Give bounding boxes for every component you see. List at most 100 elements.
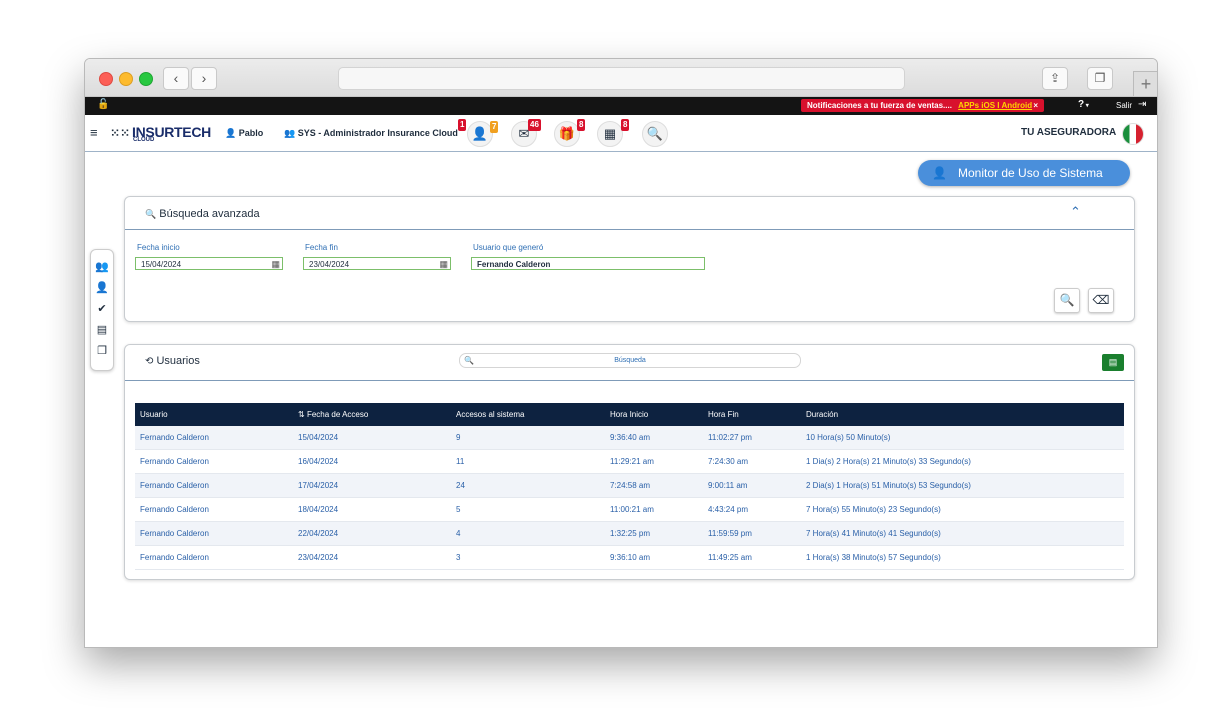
menu-icon[interactable]: ≡ — [90, 115, 98, 151]
cell-hora-fin: 11:59:59 pm — [703, 521, 801, 546]
user-menu[interactable]: 👤 Pablo — [225, 115, 263, 151]
key-search-icon[interactable]: 🔍 — [642, 121, 668, 147]
monitor-button-label: Monitor de Uso de Sistema — [958, 166, 1103, 180]
col-accesos[interactable]: Accesos al sistema — [451, 403, 605, 426]
calendar-icon[interactable]: ▦ — [597, 121, 623, 147]
fecha-inicio-value: 15/04/2024 — [141, 260, 182, 269]
forward-button[interactable]: › — [191, 67, 217, 90]
col-hora-inicio[interactable]: Hora Inicio — [605, 403, 703, 426]
user-icon: 👤 — [225, 128, 237, 138]
cell-duracion: 1 Dia(s) 2 Hora(s) 21 Minuto(s) 33 Segun… — [801, 449, 1124, 474]
logout-link[interactable]: Salir — [1116, 101, 1132, 110]
mexico-flag-icon[interactable] — [1122, 123, 1144, 145]
cell-usuario: Fernando Calderon — [135, 473, 293, 498]
notification-banner[interactable]: Notificaciones a tu fuerza de ventas....… — [801, 99, 1044, 112]
insurtech-logo[interactable]: INSURTECH CLOUD — [132, 124, 211, 143]
tabs-icon[interactable]: ❐ — [1087, 67, 1113, 90]
table-row[interactable]: Fernando Calderon 23/04/2024 3 9:36:10 a… — [135, 545, 1124, 570]
top-black-bar: 🔓 Notificaciones a tu fuerza de ventas..… — [85, 97, 1157, 115]
company-name: TU ASEGURADORA — [1021, 127, 1117, 138]
table-header-row: Usuario ⇅ Fecha de Acceso Accesos al sis… — [135, 403, 1124, 426]
apps-link[interactable]: APPs iOS I Android — [958, 101, 1032, 110]
search-button[interactable]: 🔍 — [1054, 288, 1080, 313]
col-hora-fin[interactable]: Hora Fin — [703, 403, 801, 426]
col-usuario[interactable]: Usuario — [135, 403, 293, 426]
usuario-field[interactable]: Fernando Calderon — [471, 257, 705, 270]
cell-hora-fin: 11:02:27 pm — [703, 426, 801, 450]
table-row[interactable]: Fernando Calderon 17/04/2024 24 7:24:58 … — [135, 473, 1124, 498]
cell-hora-inicio: 11:00:21 am — [605, 497, 703, 522]
fecha-fin-value: 23/04/2024 — [309, 260, 350, 269]
monitor-button[interactable]: 👤 Monitor de Uso de Sistema — [918, 160, 1130, 186]
help-icon[interactable]: ? ▾ — [1078, 99, 1089, 110]
cell-fecha: 17/04/2024 — [293, 473, 451, 498]
maximize-window-button[interactable] — [139, 72, 153, 86]
user-check-icon[interactable]: ✔ — [91, 302, 113, 315]
col-duracion[interactable]: Duración — [801, 403, 1124, 426]
fecha-inicio-field[interactable]: 15/04/2024 ▦ — [135, 257, 283, 270]
cell-fecha: 18/04/2024 — [293, 497, 451, 522]
fecha-fin-label: Fecha fin — [305, 243, 338, 252]
cell-usuario: Fernando Calderon — [135, 545, 293, 570]
calendar-icon[interactable]: ▦ — [271, 258, 280, 271]
chevron-up-icon[interactable]: ⌃ — [1070, 204, 1081, 220]
cell-hora-inicio: 9:36:40 am — [605, 426, 703, 450]
table-row[interactable]: Fernando Calderon 15/04/2024 9 9:36:40 a… — [135, 426, 1124, 450]
cell-usuario: Fernando Calderon — [135, 426, 293, 450]
users-search[interactable]: 🔍 Búsqueda — [459, 353, 801, 368]
user-name: Pablo — [238, 128, 264, 138]
browser-titlebar: ‹ › ⇪ ❐ + — [85, 59, 1157, 97]
users-red-badge: 1 — [458, 119, 467, 131]
back-button[interactable]: ‹ — [163, 67, 189, 90]
cell-fecha: 22/04/2024 — [293, 521, 451, 546]
cell-hora-inicio: 11:29:21 am — [605, 449, 703, 474]
cell-hora-inicio: 1:32:25 pm — [605, 521, 703, 546]
notification-text: Notificaciones a tu fuerza de ventas.... — [807, 101, 952, 110]
cell-usuario: Fernando Calderon — [135, 521, 293, 546]
group-icon: 👥 — [284, 128, 296, 138]
card-separator — [125, 229, 1134, 230]
role-menu[interactable]: 👥 SYS - Administrador Insurance Cloud — [284, 115, 458, 151]
logout-icon[interactable]: ⇥ — [1138, 99, 1146, 110]
minimize-window-button[interactable] — [119, 72, 133, 86]
cell-fecha: 15/04/2024 — [293, 426, 451, 450]
gift-badge: 8 — [577, 119, 586, 131]
excel-file-icon[interactable]: ▤ — [91, 323, 113, 336]
cell-accesos: 3 — [451, 545, 605, 570]
search-placeholder: Búsqueda — [614, 357, 646, 364]
lock-icon[interactable]: 🔓 — [97, 99, 109, 110]
table-row[interactable]: Fernando Calderon 22/04/2024 4 1:32:25 p… — [135, 521, 1124, 546]
calendar-badge: 8 — [621, 119, 630, 131]
table-row[interactable]: Fernando Calderon 16/04/2024 11 11:29:21… — [135, 449, 1124, 474]
advanced-search-card: 🔍 Búsqueda avanzada ⌃ Fecha inicio 15/04… — [124, 196, 1135, 322]
cell-duracion: 1 Hora(s) 38 Minuto(s) 57 Segundo(s) — [801, 545, 1124, 570]
export-excel-button[interactable]: ▤ — [1102, 354, 1124, 371]
cell-hora-fin: 9:00:11 am — [703, 473, 801, 498]
floating-sidebar: 👥 👤 ✔ ▤ ❐ — [90, 249, 114, 371]
calendar-icon[interactable]: ▦ — [439, 258, 448, 271]
cell-accesos: 24 — [451, 473, 605, 498]
copy-icon[interactable]: ❐ — [91, 344, 113, 357]
col-fecha-acceso-label: Fecha de Acceso — [306, 410, 369, 419]
new-tab-button[interactable]: + — [1133, 71, 1157, 96]
apps-grid-icon[interactable]: ⁙⁙ — [110, 115, 130, 151]
advanced-search-header[interactable]: 🔍 Búsqueda avanzada — [145, 208, 260, 220]
users-group-icon[interactable]: 👥 — [91, 260, 113, 273]
fecha-fin-field[interactable]: 23/04/2024 ▦ — [303, 257, 451, 270]
address-bar[interactable] — [338, 67, 905, 90]
cell-hora-fin: 4:43:24 pm — [703, 497, 801, 522]
refresh-icon[interactable]: ⟲ — [145, 356, 153, 367]
user-tie-icon: 👤 — [932, 166, 947, 180]
eraser-button[interactable]: ⌫ — [1088, 288, 1114, 313]
notification-close-icon[interactable]: × — [1033, 99, 1038, 112]
close-window-button[interactable] — [99, 72, 113, 86]
cell-hora-fin: 7:24:30 am — [703, 449, 801, 474]
table-row[interactable]: Fernando Calderon 18/04/2024 5 11:00:21 … — [135, 497, 1124, 522]
col-fecha-acceso[interactable]: ⇅ Fecha de Acceso — [293, 403, 451, 426]
cell-accesos: 4 — [451, 521, 605, 546]
share-icon[interactable]: ⇪ — [1042, 67, 1068, 90]
cell-duracion: 7 Hora(s) 41 Minuto(s) 41 Segundo(s) — [801, 521, 1124, 546]
users-table: Usuario ⇅ Fecha de Acceso Accesos al sis… — [135, 403, 1124, 570]
single-user-icon[interactable]: 👤 — [91, 281, 113, 294]
usuario-label: Usuario que generó — [473, 243, 544, 252]
